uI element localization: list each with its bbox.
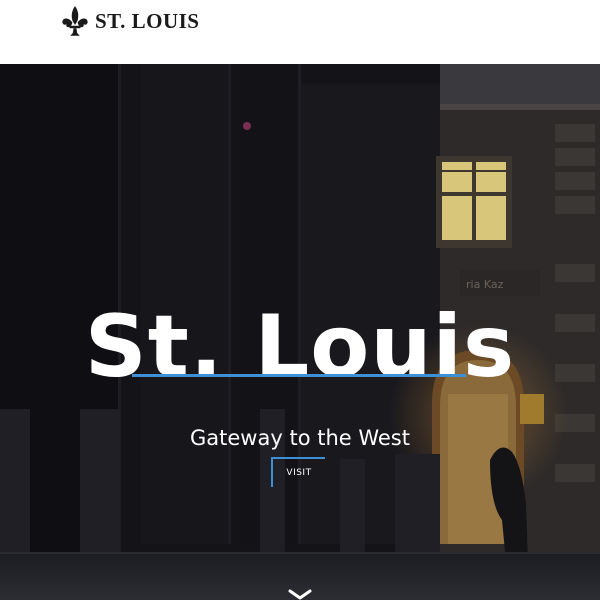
fleur-de-lis-icon: [62, 6, 88, 36]
title-divider: [132, 374, 466, 377]
site-header: ST. LOUIS: [0, 0, 600, 64]
hero-subtitle: Gateway to the West: [190, 426, 410, 450]
visit-button[interactable]: VISIT: [271, 457, 325, 487]
chevron-down-icon[interactable]: [286, 588, 314, 600]
hero-content: St. Louis Gateway to the West VISIT: [0, 64, 600, 600]
site-logo[interactable]: ST. LOUIS: [60, 4, 200, 38]
hero-title: St. Louis: [84, 296, 516, 397]
logo-text: ST. LOUIS: [95, 9, 200, 33]
hero-section: ria Kaz St. Louis Gateway to the West VI…: [0, 64, 600, 600]
